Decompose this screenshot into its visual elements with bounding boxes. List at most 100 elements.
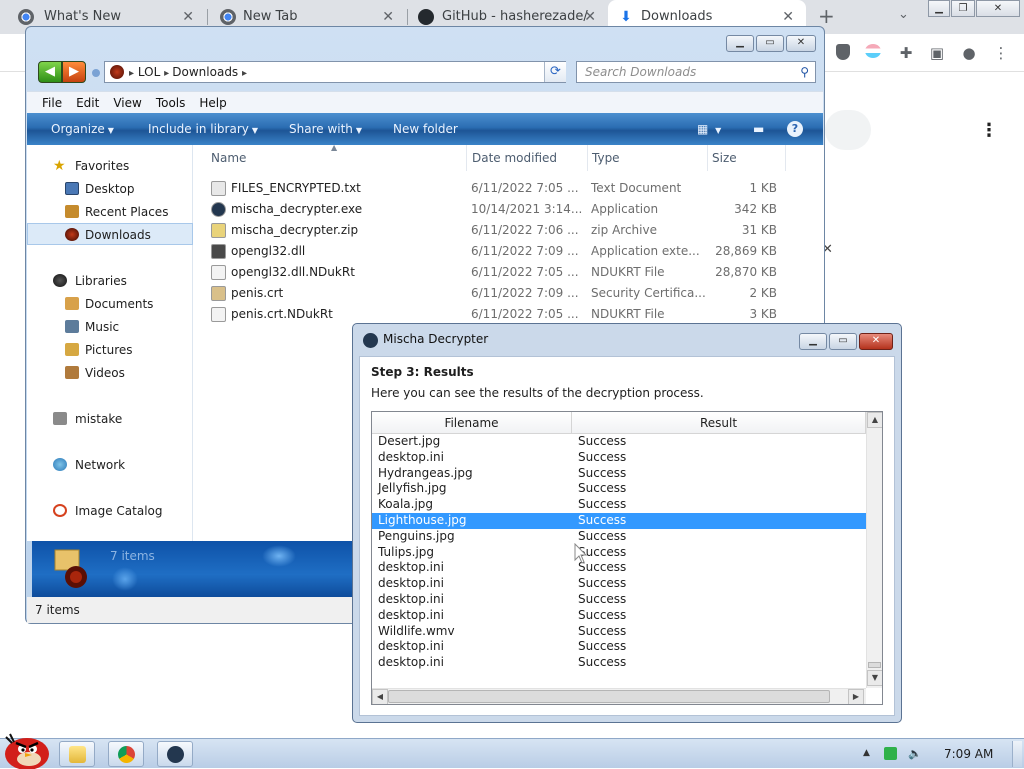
new-tab-button[interactable]: + [818, 4, 835, 28]
share-with-button[interactable]: Share with ▼ [289, 113, 362, 147]
vertical-scrollbar[interactable]: ▲ ▼ [866, 412, 882, 688]
explorer-minimize-button[interactable]: ▁ [726, 35, 754, 52]
chevron-down-icon[interactable]: ⌄ [898, 7, 909, 22]
include-in-library-button[interactable]: Include in library ▼ [148, 113, 258, 147]
file-row[interactable]: mischa_decrypter.zip 6/11/2022 7:06 ... zi… [209, 220, 809, 241]
page-menu-dots-icon[interactable]: ⋮ [980, 120, 998, 141]
result-row[interactable]: desktop.ini Success [372, 560, 866, 576]
nav-network[interactable]: Network [27, 454, 193, 476]
menu-dots-icon[interactable]: ⋮ [992, 44, 1010, 62]
result-row[interactable]: desktop.ini Success [372, 450, 866, 466]
result-row[interactable]: Hydrangeas.jpg Success [372, 466, 866, 482]
file-row[interactable]: FILES_ENCRYPTED.txt 6/11/2022 7:05 ... Tex… [209, 178, 809, 199]
preview-pane-icon[interactable]: ▬ [753, 113, 764, 145]
file-row[interactable]: opengl32.dll.NDukRt 6/11/2022 7:05 ... NDU… [209, 262, 809, 283]
nav-libraries[interactable]: Libraries [27, 270, 193, 292]
nav-recent-places[interactable]: Recent Places [27, 201, 193, 223]
result-row[interactable]: Lighthouse.jpg Success [372, 512, 866, 529]
result-row[interactable]: Penguins.jpg Success [372, 529, 866, 545]
nav-image-catalog[interactable]: Image Catalog [27, 500, 193, 522]
browser-close-button[interactable]: ✕ [976, 0, 1020, 17]
scroll-down-icon[interactable]: ▼ [867, 670, 882, 686]
taskbar-decrypter-button[interactable] [157, 741, 193, 767]
result-row[interactable]: desktop.ini Success [372, 608, 866, 624]
file-date: 6/11/2022 7:05 ... [471, 265, 579, 279]
scroll-up-icon[interactable]: ▲ [867, 412, 882, 428]
search-input[interactable]: Search Downloads ⚲ [576, 61, 816, 83]
name: opengl32.dll [231, 244, 306, 258]
menu-edit[interactable]: Edit [69, 92, 106, 114]
taskbar-chrome-button[interactable] [108, 741, 144, 767]
network-tray-icon[interactable] [884, 747, 897, 760]
nav-documents[interactable]: Documents [27, 293, 193, 315]
menu-file[interactable]: File [35, 92, 69, 114]
nav-downloads[interactable]: Downloads [27, 223, 193, 245]
tray-expand-icon[interactable]: ▲ [860, 747, 873, 760]
breadcrumb-lol[interactable]: LOL [138, 65, 160, 79]
result-row[interactable]: desktop.ini Success [372, 655, 866, 671]
scroll-right-icon[interactable]: ▶ [848, 689, 864, 704]
column-filename[interactable]: Filename [372, 412, 572, 434]
dialog-maximize-button[interactable]: ▭ [829, 333, 857, 350]
organize-button[interactable]: Organize ▼ [51, 113, 114, 147]
refresh-icon[interactable]: ⟳ [544, 62, 566, 82]
result-row[interactable]: desktop.ini Success [372, 639, 866, 655]
nav-mistake[interactable]: mistake [27, 408, 193, 430]
result-row[interactable]: Tulips.jpg Success [372, 545, 866, 561]
file-row[interactable]: penis.crt 6/11/2022 7:09 ... Security Cert… [209, 283, 809, 304]
breadcrumb-downloads[interactable]: Downloads [172, 65, 238, 79]
nav-favorites[interactable]: ★ Favorites [27, 155, 193, 177]
side-panel-icon[interactable]: ▣ [928, 44, 946, 62]
browser-restore-button[interactable]: ❐ [951, 0, 975, 17]
result-filename: Lighthouse.jpg [378, 512, 467, 527]
volume-icon[interactable]: 🔈 [908, 747, 922, 760]
menu-tools[interactable]: Tools [149, 92, 193, 114]
column-size[interactable]: Size [712, 145, 786, 171]
result-row[interactable]: desktop.ini Success [372, 592, 866, 608]
horizontal-scrollbar[interactable]: ◀ ▶ [372, 688, 866, 704]
help-icon[interactable]: ? [787, 121, 803, 137]
nav-music[interactable]: Music [27, 316, 193, 338]
menu-view[interactable]: View [106, 92, 148, 114]
recent-pages-icon[interactable] [92, 69, 100, 77]
back-arrow-icon[interactable]: ◀ [38, 61, 62, 83]
nav-desktop[interactable]: Desktop [27, 178, 193, 200]
result-row[interactable]: Desert.jpg Success [372, 434, 866, 450]
scroll-left-icon[interactable]: ◀ [372, 689, 388, 704]
result-row[interactable]: desktop.ini Success [372, 576, 866, 592]
dialog-close-button[interactable]: ✕ [859, 333, 893, 350]
vertical-scroll-thumb[interactable] [868, 662, 881, 668]
file-row[interactable]: penis.crt.NDukRt 6/11/2022 7:05 ... NDUKRT… [209, 304, 809, 325]
puzzle-icon[interactable]: ✚ [897, 44, 915, 62]
forward-arrow-icon[interactable]: ▶ [62, 61, 86, 83]
results-list[interactable]: Filename Result Desert.jpg Success desktop… [371, 411, 883, 705]
dialog-minimize-button[interactable]: ▁ [799, 333, 827, 350]
nav-videos[interactable]: Videos [27, 362, 193, 384]
angry-bird-start-icon[interactable] [2, 729, 52, 769]
flag-extension-icon[interactable] [864, 44, 882, 62]
browser-minimize-button[interactable]: ▁ [928, 0, 950, 17]
view-options-icon[interactable]: ▦ ▼ [697, 113, 721, 147]
taskbar-explorer-button[interactable] [59, 741, 95, 767]
result-row[interactable]: Jellyfish.jpg Success [372, 481, 866, 497]
explorer-maximize-button[interactable]: ▭ [756, 35, 784, 52]
horizontal-scroll-thumb[interactable] [388, 690, 830, 703]
profile-icon[interactable]: ● [960, 44, 978, 62]
menu-help[interactable]: Help [192, 92, 233, 114]
column-type[interactable]: Type [592, 145, 708, 171]
address-bar[interactable]: ▸ LOL ▸ Downloads ▸ ▼ [104, 61, 566, 83]
column-result[interactable]: Result [572, 412, 866, 434]
result-row[interactable]: Koala.jpg Success [372, 497, 866, 513]
file-row[interactable]: opengl32.dll 6/11/2022 7:09 ... Applicatio… [209, 241, 809, 262]
taskbar-clock[interactable]: 7:09 AM [944, 739, 993, 769]
show-desktop-button[interactable] [1012, 741, 1022, 767]
result-row[interactable]: Wildlife.wmv Success [372, 624, 866, 640]
column-name[interactable]: Name [211, 145, 467, 171]
search-icon[interactable]: ⚲ [800, 62, 809, 82]
explorer-close-button[interactable]: ✕ [786, 35, 816, 52]
column-date-modified[interactable]: Date modified [472, 145, 588, 171]
new-folder-button[interactable]: New folder [393, 113, 458, 145]
file-row[interactable]: mischa_decrypter.exe 10/14/2021 3:14... Ap… [209, 199, 809, 220]
nav-pictures[interactable]: Pictures [27, 339, 193, 361]
ublock-icon[interactable] [834, 44, 852, 62]
